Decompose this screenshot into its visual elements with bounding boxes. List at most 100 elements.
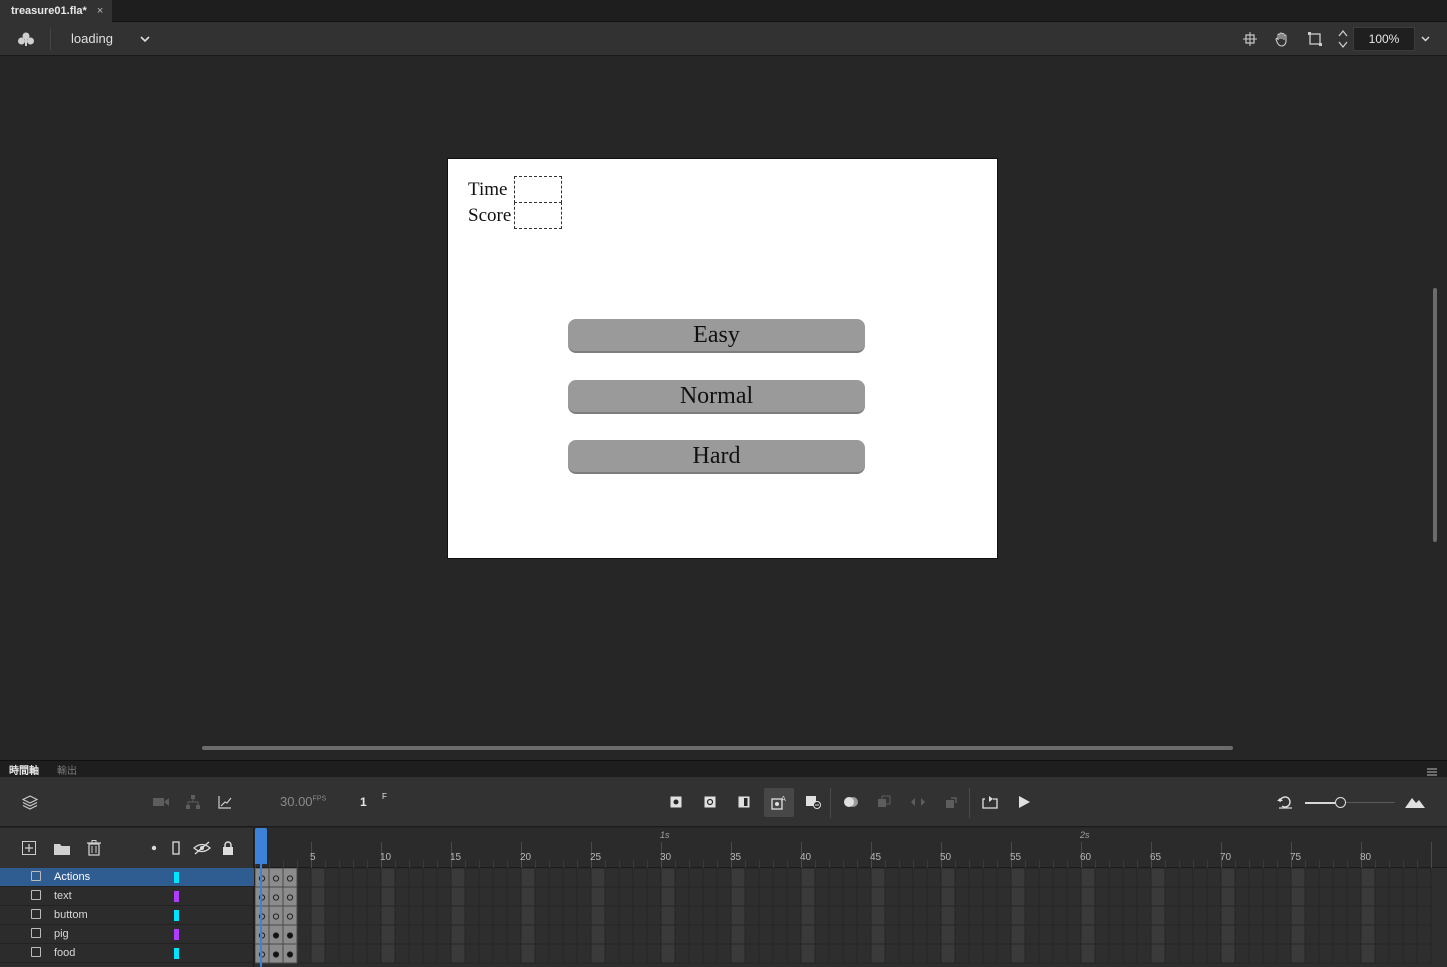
playhead[interactable] bbox=[255, 828, 267, 864]
insert-frame-icon[interactable] bbox=[732, 790, 756, 814]
horizontal-scrollbar[interactable] bbox=[202, 746, 1233, 750]
slider-handle[interactable] bbox=[1335, 797, 1346, 808]
frame-cell bbox=[394, 868, 410, 888]
frame-cell bbox=[870, 868, 886, 888]
frame-cell bbox=[996, 943, 1012, 964]
layer-color-swatch[interactable] bbox=[174, 948, 179, 959]
new-layer-icon[interactable] bbox=[17, 836, 41, 860]
fps-value: 30.00 bbox=[280, 794, 313, 809]
document-tab[interactable]: treasure01.fla* × bbox=[0, 0, 112, 22]
reset-zoom-icon[interactable] bbox=[1273, 790, 1297, 814]
frame-cell bbox=[898, 886, 914, 907]
clip-stage-icon[interactable] bbox=[1305, 29, 1325, 49]
lock-icon[interactable] bbox=[216, 836, 240, 860]
frame-range-icon[interactable] bbox=[906, 790, 930, 814]
frame-cell bbox=[576, 924, 592, 945]
layer-controls bbox=[0, 828, 254, 868]
onion-skin-icon[interactable] bbox=[839, 790, 863, 814]
layer-color-swatch[interactable] bbox=[174, 929, 179, 940]
layer-row-food[interactable]: food bbox=[0, 944, 254, 963]
auto-keyframe-icon[interactable]: A bbox=[764, 788, 794, 817]
insert-blank-keyframe-icon[interactable] bbox=[698, 790, 722, 814]
frame-cell bbox=[660, 868, 676, 888]
new-folder-icon[interactable] bbox=[50, 836, 74, 860]
hand-tool-icon[interactable] bbox=[1272, 29, 1292, 49]
frame-cell bbox=[352, 943, 368, 964]
clear-keyframe-icon[interactable] bbox=[801, 790, 825, 814]
frame-cell bbox=[296, 905, 312, 926]
scene-selector[interactable]: loading bbox=[71, 31, 113, 46]
highlight-layers-icon[interactable] bbox=[142, 836, 166, 860]
vertical-scrollbar[interactable] bbox=[1433, 288, 1437, 542]
outline-view-icon[interactable] bbox=[164, 836, 188, 860]
frame-cell bbox=[338, 868, 354, 888]
layer-row-text[interactable]: text bbox=[0, 887, 254, 906]
snap-to-center-icon[interactable] bbox=[1240, 29, 1260, 49]
mountain-icon[interactable] bbox=[1403, 790, 1427, 814]
hard-button[interactable]: Hard bbox=[568, 440, 865, 474]
frame-loop-icon[interactable] bbox=[940, 790, 964, 814]
zoom-input[interactable]: 100% bbox=[1353, 27, 1415, 51]
fps-display[interactable]: 30.00FPS bbox=[280, 794, 326, 809]
edit-multiple-frames-icon[interactable] bbox=[872, 790, 896, 814]
layer-color-swatch[interactable] bbox=[174, 872, 179, 883]
frame-cell bbox=[1234, 905, 1250, 926]
hide-layers-icon[interactable] bbox=[190, 836, 214, 860]
frame-cell bbox=[408, 924, 424, 945]
frame-cell bbox=[464, 886, 480, 907]
frame-cell bbox=[1122, 924, 1138, 945]
insert-keyframe-icon[interactable] bbox=[664, 790, 688, 814]
frame-cell bbox=[604, 886, 620, 907]
zoom-dropdown-chevron-icon[interactable] bbox=[1418, 30, 1432, 48]
frame-cell bbox=[702, 905, 718, 926]
layer-row-pig[interactable]: pig bbox=[0, 925, 254, 944]
layer-row-actions[interactable]: Actions bbox=[0, 868, 254, 887]
chevron-down-icon[interactable] bbox=[137, 30, 153, 48]
frame-cell bbox=[898, 868, 914, 888]
pasteboard[interactable]: Time Score Easy Normal Hard bbox=[0, 57, 1447, 760]
tab-output[interactable]: 輸出 bbox=[57, 762, 77, 777]
zoom-stepper-icon[interactable] bbox=[1336, 27, 1350, 51]
scene-icon[interactable] bbox=[14, 29, 38, 49]
frame-size-slider[interactable] bbox=[1305, 797, 1395, 808]
close-icon[interactable]: × bbox=[97, 5, 103, 17]
easy-button[interactable]: Easy bbox=[568, 319, 865, 353]
current-frame[interactable]: 1 bbox=[360, 795, 367, 809]
stage[interactable]: Time Score Easy Normal Hard bbox=[447, 158, 998, 559]
play-icon[interactable] bbox=[1012, 790, 1036, 814]
toolbar-divider bbox=[830, 788, 831, 818]
layers-icon[interactable] bbox=[18, 790, 42, 814]
frame-cell bbox=[1290, 905, 1306, 926]
layer-parenting-icon[interactable] bbox=[181, 790, 205, 814]
panel-menu-icon[interactable] bbox=[1426, 764, 1438, 776]
loop-playback-icon[interactable] bbox=[978, 790, 1002, 814]
frame-cell bbox=[464, 924, 480, 945]
frame-cell bbox=[982, 886, 998, 907]
layer-color-swatch[interactable] bbox=[174, 891, 179, 902]
frame-ruler[interactable]: 1s 2s 5 10 15 20 25 30 35 40 45 50 55 60… bbox=[255, 828, 1447, 868]
frame-cell bbox=[856, 943, 872, 964]
time-text-field[interactable] bbox=[514, 176, 562, 203]
frame-cell bbox=[1220, 924, 1236, 945]
layer-color-swatch[interactable] bbox=[174, 910, 179, 921]
frame-cell bbox=[688, 868, 704, 888]
frame-grid[interactable] bbox=[255, 868, 1447, 967]
frame-cell bbox=[366, 924, 382, 945]
layer-row-buttom[interactable]: buttom bbox=[0, 906, 254, 925]
normal-button[interactable]: Normal bbox=[568, 380, 865, 414]
frame-cell bbox=[982, 868, 998, 888]
frame-cell bbox=[1206, 905, 1222, 926]
graph-easing-icon[interactable] bbox=[213, 790, 237, 814]
frame-cell bbox=[576, 886, 592, 907]
frame-cell bbox=[1094, 943, 1110, 964]
frame-cell bbox=[310, 905, 326, 926]
delete-layer-icon[interactable] bbox=[82, 836, 106, 860]
score-text-field[interactable] bbox=[514, 202, 562, 229]
camera-icon[interactable] bbox=[149, 790, 173, 814]
frame-cell bbox=[1206, 868, 1222, 888]
frame-cell bbox=[1136, 868, 1152, 888]
frame-cell bbox=[828, 943, 844, 964]
tab-timeline[interactable]: 時間軸 bbox=[9, 762, 39, 777]
frame-cell bbox=[1178, 905, 1194, 926]
frame-cell bbox=[772, 868, 788, 888]
